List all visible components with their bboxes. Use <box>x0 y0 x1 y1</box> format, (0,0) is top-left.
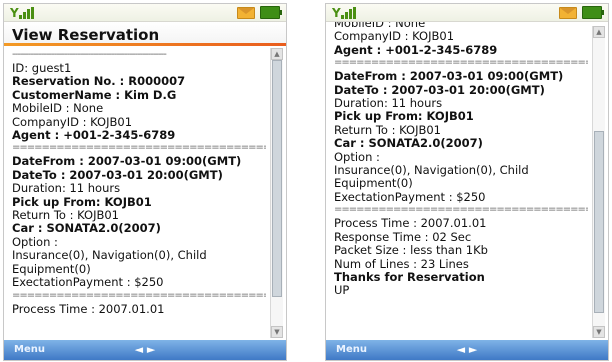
date-from: DateFrom : 2007-03-01 09:00(GMT) <box>12 154 242 169</box>
expected-payment: ExectationPayment : $250 <box>12 275 164 290</box>
equipment: Equipment(0) <box>12 261 91 276</box>
menu-softkey[interactable]: Menu <box>336 344 367 355</box>
separator: ========================================… <box>334 206 588 215</box>
car-model: Car : SONATA2.0(2007) <box>334 136 483 151</box>
duration: Duration: 11 hours <box>334 96 443 111</box>
scrollbar[interactable]: ▲ ▼ <box>592 26 605 338</box>
option-label: Option : <box>12 234 58 249</box>
options-list: Insurance(0), Navigation(0), Child <box>12 248 207 263</box>
menu-softkey[interactable]: Menu <box>14 344 45 355</box>
scroll-up-arrow-icon[interactable]: ▲ <box>593 26 605 38</box>
soft-key-bar: Menu ◄ ► <box>4 340 286 360</box>
navigation-arrows-icon[interactable]: ◄ ► <box>129 344 161 356</box>
option-label: Option : <box>334 149 380 164</box>
phone-screen-left: Y View Reservation ---------------------… <box>3 3 287 361</box>
expected-payment: ExectationPayment : $250 <box>334 189 486 204</box>
status-bar: Y <box>4 4 286 22</box>
mobile-id: MobileID : None <box>12 101 104 116</box>
pickup-location: Pick up From: KOJB01 <box>334 109 474 124</box>
car-model: Car : SONATA2.0(2007) <box>12 221 161 236</box>
title-accent-line <box>4 43 286 46</box>
up-link[interactable]: UP <box>334 283 588 297</box>
message-envelope-icon <box>559 7 577 19</box>
date-from: DateFrom : 2007-03-01 09:00(GMT) <box>334 69 564 84</box>
packet-size: Packet Size : less than 1Kb <box>334 243 488 258</box>
scrollbar[interactable]: ▲ ▼ <box>270 48 283 338</box>
number-of-lines: Num of Lines : 23 Lines <box>334 256 469 271</box>
reservation-details: ----------------------------------------… <box>12 49 266 338</box>
signal-strength-icon: Y <box>332 6 362 20</box>
scroll-down-arrow-icon[interactable]: ▼ <box>593 326 605 338</box>
message-envelope-icon <box>237 7 255 19</box>
scroll-up-arrow-icon[interactable]: ▲ <box>271 48 283 60</box>
duration: Duration: 11 hours <box>12 181 121 196</box>
process-time-partial: Process Time : 2007.01.01 <box>12 301 165 316</box>
options-list: Insurance(0), Navigation(0), Child <box>334 163 529 178</box>
battery-icon <box>260 6 282 19</box>
battery-icon <box>582 6 604 19</box>
company-id: CompanyID : KOJB01 <box>334 29 455 44</box>
response-time: Response Time : 02 Sec <box>334 229 472 244</box>
scroll-down-arrow-icon[interactable]: ▼ <box>271 326 283 338</box>
title-bar: View Reservation <box>4 22 286 46</box>
scrollbar-thumb[interactable] <box>594 131 604 313</box>
date-to: DateTo : 2007-03-01 20:00(GMT) <box>334 82 545 97</box>
separator: ----------------------------------------… <box>12 51 167 59</box>
phone-screen-right: MobileID : None CompanyID : KOJB01 Agent… <box>325 3 609 361</box>
process-time: Process Time : 2007.01.01 <box>334 216 487 231</box>
separator: ========================================… <box>12 291 266 300</box>
pickup-location: Pick up From: KOJB01 <box>12 194 152 209</box>
signal-strength-icon: Y <box>10 6 40 20</box>
separator: ========================================… <box>334 59 588 68</box>
status-bar: Y <box>326 4 608 22</box>
thanks-message: Thanks for Reservation <box>334 269 485 284</box>
page-title: View Reservation <box>12 26 160 44</box>
separator: ========================================… <box>12 144 266 153</box>
agent-phone: Agent : +001-2-345-6789 <box>12 128 176 143</box>
navigation-arrows-icon[interactable]: ◄ ► <box>451 344 483 356</box>
date-to: DateTo : 2007-03-01 20:00(GMT) <box>12 167 223 182</box>
customer-name: CustomerName : Kim D.G <box>12 87 177 102</box>
soft-key-bar: Menu ◄ ► <box>326 340 608 360</box>
reservation-number: Reservation No. : R000007 <box>12 74 186 89</box>
return-location: Return To : KOJB01 <box>12 208 119 223</box>
guest-id: ID: guest1 <box>12 61 72 75</box>
reservation-details-scrolled: MobileID : None CompanyID : KOJB01 Agent… <box>334 17 588 338</box>
equipment: Equipment(0) <box>334 176 413 191</box>
return-location: Return To : KOJB01 <box>334 122 441 137</box>
scrollbar-thumb[interactable] <box>272 60 282 297</box>
company-id: CompanyID : KOJB01 <box>12 114 133 129</box>
agent-phone: Agent : +001-2-345-6789 <box>334 42 498 57</box>
